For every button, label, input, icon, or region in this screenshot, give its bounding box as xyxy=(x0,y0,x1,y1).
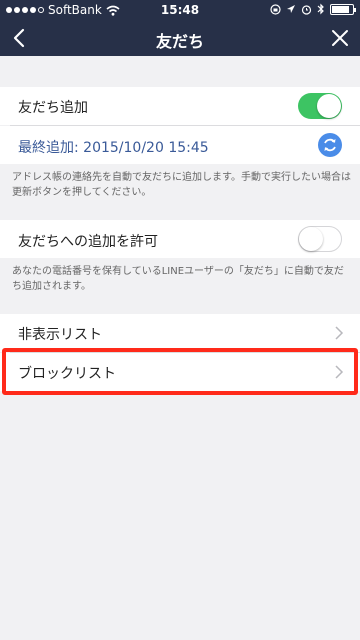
hidden-list-label: 非表示リスト xyxy=(18,327,102,343)
toggle-knob xyxy=(317,94,341,118)
allow-others-toggle[interactable] xyxy=(298,226,342,252)
navigation-bar: 友だち xyxy=(0,20,360,56)
allow-others-row: 友だちへの追加を許可 xyxy=(0,220,360,258)
last-added-text: 最終追加: 2015/10/20 15:45 xyxy=(18,137,209,157)
add-friends-toggle[interactable] xyxy=(298,93,342,119)
allow-others-description: あなたの電話番号を保有しているLINEユーザーの「友だち」に自動で友だち追加され… xyxy=(12,266,344,292)
location-arrow-icon xyxy=(287,5,295,13)
alarm-icon xyxy=(301,4,312,15)
add-friends-description: アドレス帳の連絡先を自動で友だちに追加します。手動で実行したい場合は更新ボタンを… xyxy=(12,172,351,198)
status-right xyxy=(270,3,356,15)
add-friends-row: 友だち追加 xyxy=(0,87,360,125)
page-title: 友だち xyxy=(155,32,204,51)
bluetooth-icon xyxy=(317,3,324,15)
close-icon[interactable] xyxy=(326,24,354,52)
highlight-box xyxy=(2,348,358,395)
lock-rotation-icon xyxy=(270,3,281,15)
last-added-value: 2015/10/20 15:45 xyxy=(83,140,209,156)
refresh-icon xyxy=(324,138,336,152)
battery-icon xyxy=(330,3,356,15)
chevron-right-icon xyxy=(335,326,344,340)
add-friends-label: 友だち追加 xyxy=(18,100,88,116)
last-added-prefix: 最終追加: xyxy=(18,140,79,156)
toggle-knob xyxy=(299,227,323,251)
allow-others-label: 友だちへの追加を許可 xyxy=(18,234,158,250)
refresh-button[interactable] xyxy=(318,133,342,157)
last-added-row: 最終追加: 2015/10/20 15:45 xyxy=(0,126,360,164)
hidden-list-row[interactable]: 非表示リスト xyxy=(0,314,360,352)
status-bar: SoftBank 15:48 xyxy=(0,0,360,20)
